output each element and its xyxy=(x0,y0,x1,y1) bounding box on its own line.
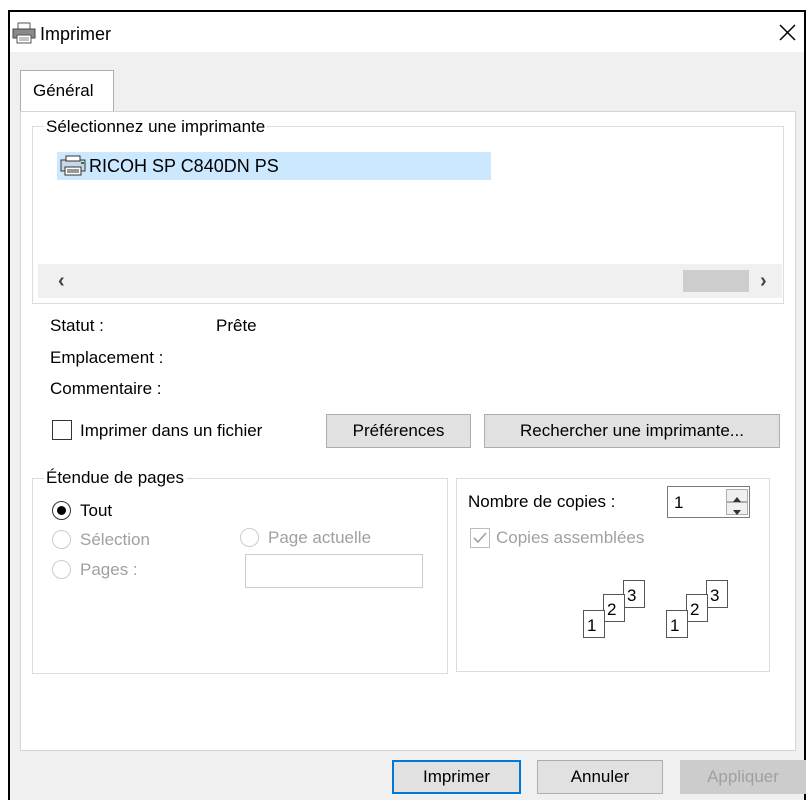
radio-all-label: Tout xyxy=(80,501,113,520)
window-title: Imprimer xyxy=(40,24,111,44)
collate-icon: 3 2 1 xyxy=(666,580,744,646)
radio-pages[interactable] xyxy=(52,560,71,579)
title-bar: Imprimer xyxy=(10,12,804,52)
collate-sheet: 1 xyxy=(666,610,688,638)
radio-selection-label: Sélection xyxy=(80,530,150,549)
collate-checkbox[interactable] xyxy=(470,528,490,548)
horizontal-scrollbar[interactable]: ‹ › xyxy=(38,264,782,298)
copies-label: Nombre de copies : xyxy=(468,492,616,511)
status-value: Prête xyxy=(216,316,257,335)
collate-sheet: 2 xyxy=(603,594,625,622)
radio-pages-label: Pages : xyxy=(80,560,138,579)
scrollbar-thumb[interactable] xyxy=(683,270,749,292)
find-printer-button[interactable]: Rechercher une imprimante... xyxy=(484,414,780,448)
close-icon xyxy=(779,24,796,41)
scroll-left-icon[interactable]: ‹ xyxy=(58,270,65,293)
collate-sheet: 3 xyxy=(623,580,645,608)
printer-item-label: RICOH SP C840DN PS xyxy=(89,156,279,176)
checkmark-icon xyxy=(473,532,487,544)
printer-item-icon xyxy=(59,155,89,182)
scroll-right-icon[interactable]: › xyxy=(760,270,767,293)
cancel-button[interactable]: Annuler xyxy=(537,760,663,794)
radio-all-dot xyxy=(57,506,66,515)
print-to-file-label: Imprimer dans un fichier xyxy=(80,421,263,440)
print-to-file-checkbox[interactable] xyxy=(52,420,72,440)
spin-down-icon[interactable] xyxy=(726,502,748,515)
printer-icon xyxy=(12,22,36,49)
radio-current-page[interactable] xyxy=(240,528,259,547)
printer-item[interactable]: RICOH SP C840DN PS xyxy=(57,152,491,180)
collate-icon: 3 2 1 xyxy=(583,580,661,646)
tab-general[interactable]: Général xyxy=(20,70,114,112)
tab-general-label: Général xyxy=(33,81,94,100)
collate-sheet: 1 xyxy=(583,610,605,638)
printer-group-legend: Sélectionnez une imprimante xyxy=(44,117,268,137)
copies-value: 1 xyxy=(674,493,684,512)
close-button[interactable] xyxy=(772,18,802,46)
collate-sheet: 3 xyxy=(706,580,728,608)
collate-sheet: 2 xyxy=(686,594,708,622)
copies-input[interactable]: 1 xyxy=(667,486,750,518)
collate-label: Copies assemblées xyxy=(496,528,645,547)
printer-list[interactable]: RICOH SP C840DN PS ‹ › xyxy=(38,136,782,298)
radio-selection[interactable] xyxy=(52,530,71,549)
apply-button[interactable]: Appliquer xyxy=(680,760,806,794)
pages-input[interactable] xyxy=(245,554,423,588)
radio-current-page-label: Page actuelle xyxy=(268,528,372,547)
radio-all[interactable] xyxy=(52,501,71,520)
location-label: Emplacement : xyxy=(50,348,164,367)
print-button[interactable]: Imprimer xyxy=(392,760,521,794)
comment-label: Commentaire : xyxy=(50,379,162,398)
spin-up-icon[interactable] xyxy=(726,489,748,502)
status-label: Statut : xyxy=(50,316,104,335)
preferences-button[interactable]: Préférences xyxy=(326,414,471,448)
page-range-legend: Étendue de pages xyxy=(44,468,187,488)
